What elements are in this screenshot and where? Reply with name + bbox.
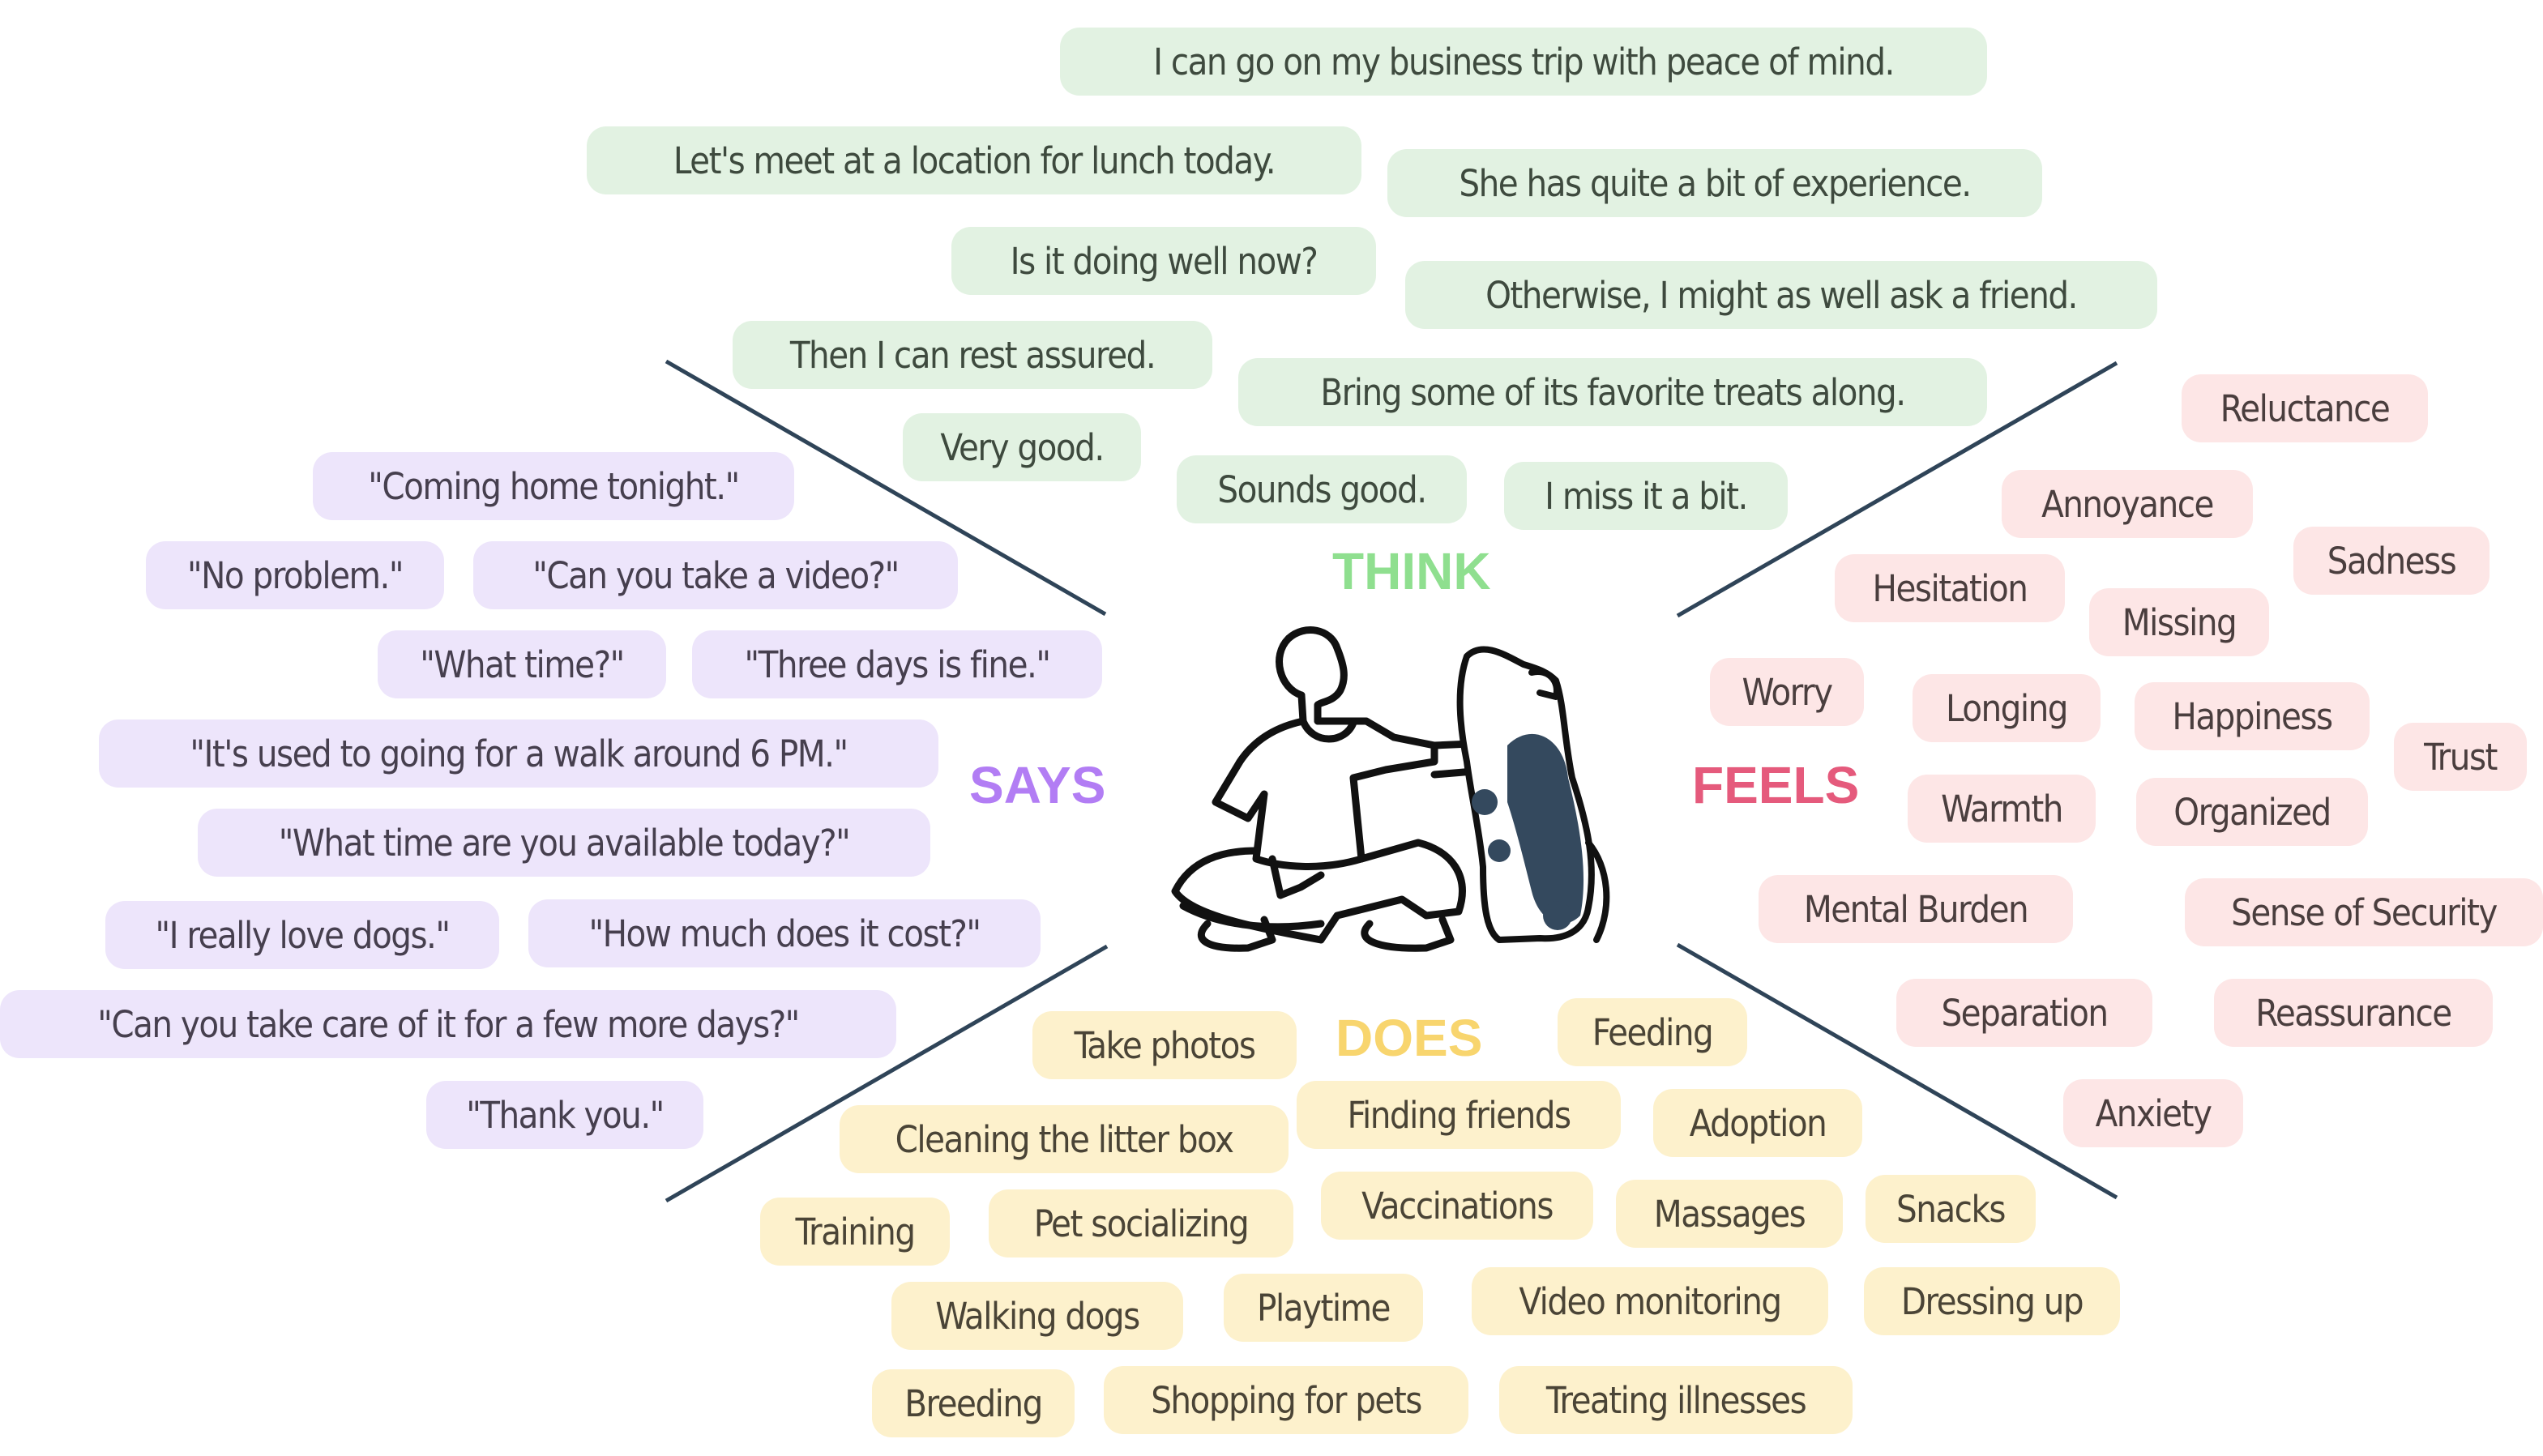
feels-item: Hesitation [1835,554,2065,622]
feels-item: Anxiety [2063,1079,2243,1147]
feels-item: Trust [2394,723,2527,791]
says-item: "It's used to going for a walk around 6 … [99,719,938,788]
category-feels-label: FEELS [1692,756,1860,814]
says-item: "Thank you." [426,1081,703,1149]
person-petting-dog-illustration [1171,626,1610,952]
does-item: Playtime [1224,1274,1423,1342]
does-item: Walking dogs [891,1282,1183,1350]
says-item: "No problem." [146,541,444,609]
think-item: Otherwise, I might as well ask a friend. [1405,261,2157,329]
think-item: Is it doing well now? [951,227,1376,295]
feels-item: Annoyance [2002,470,2253,538]
does-item: Shopping for pets [1104,1366,1468,1434]
does-item: Cleaning the litter box [840,1105,1289,1173]
does-item: Adoption [1653,1089,1862,1157]
does-item: Treating illnesses [1499,1366,1853,1434]
think-item: Let's meet at a location for lunch today… [587,126,1361,194]
feels-item: Separation [1896,979,2152,1047]
feels-item: Reluctance [2182,374,2428,442]
think-item: She has quite a bit of experience. [1387,149,2042,217]
says-item: "What time are you available today?" [198,809,930,877]
feels-item: Reassurance [2214,979,2493,1047]
think-item: Then I can rest assured. [733,321,1212,389]
says-item: "Can you take a video?" [473,541,958,609]
feels-item: Sense of Security [2185,878,2543,946]
think-item: Very good. [903,413,1141,481]
does-item: Take photos [1032,1011,1297,1079]
dog [1456,646,1610,943]
think-item: I miss it a bit. [1504,462,1788,530]
feels-item: Happiness [2135,682,2370,750]
says-item: "I really love dogs." [105,901,499,969]
does-item: Feeding [1558,998,1747,1066]
feels-item: Worry [1710,658,1864,726]
does-item: Dressing up [1864,1267,2120,1335]
says-item: "What time?" [378,630,666,698]
says-item: "Coming home tonight." [313,452,794,520]
does-item: Training [760,1198,950,1266]
does-item: Snacks [1866,1175,2036,1243]
feels-item: Mental Burden [1759,875,2073,943]
person-shoe-right [1361,916,1455,952]
feels-item: Organized [2136,778,2368,846]
does-item: Video monitoring [1472,1267,1828,1335]
says-item: "How much does it cost?" [528,899,1041,967]
does-item: Pet socializing [989,1189,1293,1257]
think-item: I can go on my business trip with peace … [1060,28,1987,96]
think-item: Sounds good. [1177,455,1467,523]
category-does-label: DOES [1336,1009,1483,1067]
feels-item: Warmth [1908,775,2096,843]
does-item: Massages [1616,1180,1843,1248]
feels-item: Missing [2089,588,2269,656]
feels-item: Longing [1913,674,2101,742]
does-item: Finding friends [1297,1081,1621,1149]
says-item: "Three days is fine." [692,630,1102,698]
does-item: Vaccinations [1321,1172,1593,1240]
think-item: Bring some of its favorite treats along. [1238,358,1987,426]
category-says-label: SAYS [969,756,1106,814]
feels-item: Sadness [2293,527,2490,595]
person-head [1276,626,1348,725]
category-think-label: THINK [1332,542,1491,600]
says-item: "Can you take care of it for a few more … [0,990,896,1058]
does-item: Breeding [872,1369,1075,1437]
